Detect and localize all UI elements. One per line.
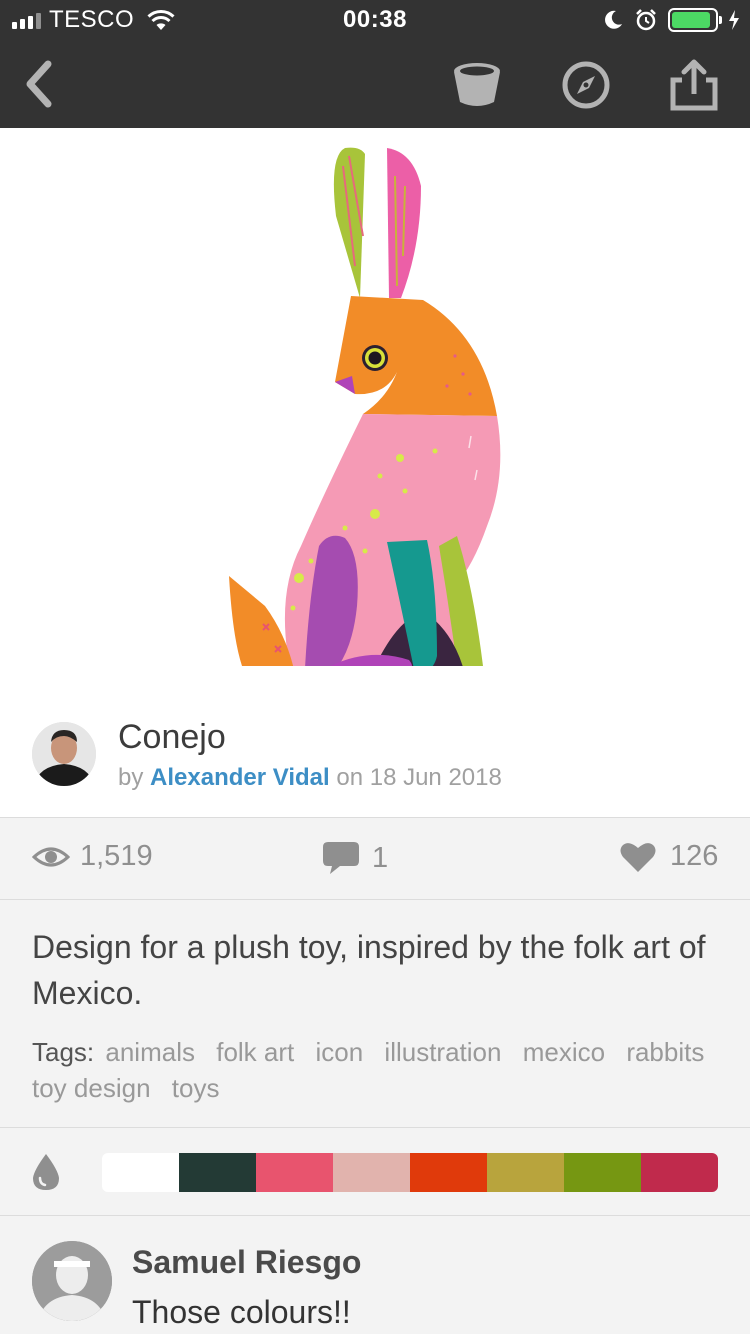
color-swatch[interactable] [333, 1153, 410, 1192]
tag[interactable]: toy design [32, 1073, 151, 1103]
color-swatch[interactable] [487, 1153, 564, 1192]
tag[interactable]: icon [315, 1037, 363, 1067]
color-swatch[interactable] [641, 1153, 718, 1192]
color-swatch[interactable] [410, 1153, 487, 1192]
author-avatar[interactable] [32, 722, 96, 786]
shot-title: Conejo [118, 718, 226, 756]
color-palette-row [0, 1128, 750, 1216]
moon-icon [605, 10, 622, 29]
shot-byline: by Alexander Vidal on 18 Jun 2018 [118, 764, 502, 792]
eye-icon [32, 847, 70, 866]
tag[interactable]: folk art [216, 1037, 294, 1067]
views-count: 1,519 [80, 840, 153, 872]
comments-count: 1 [372, 841, 389, 874]
author-link[interactable]: Alexander Vidal [150, 764, 330, 791]
description-block: Design for a plush toy, inspired by the … [0, 900, 750, 1128]
tag[interactable]: illustration [384, 1037, 501, 1067]
commenter-avatar[interactable] [32, 1241, 112, 1321]
back-chevron-icon[interactable] [20, 58, 60, 110]
compass-icon[interactable] [559, 58, 613, 112]
tag[interactable]: rabbits [626, 1037, 704, 1067]
bucket-icon[interactable] [450, 58, 504, 112]
default-user-icon [32, 1241, 112, 1321]
shot-stats: 1,519 1 126 [0, 818, 750, 900]
comment-item: Samuel Riesgo Those colours!! [0, 1216, 750, 1334]
shot-image[interactable] [0, 128, 750, 688]
color-drop-icon [33, 1154, 59, 1190]
comment-text: Those colours!! [132, 1294, 351, 1330]
tag[interactable]: animals [105, 1037, 195, 1067]
color-swatch[interactable] [564, 1153, 641, 1192]
rabbit-illustration [229, 147, 501, 666]
author-portrait-icon [32, 722, 96, 786]
speech-bubble-icon [323, 842, 359, 874]
heart-icon [620, 842, 656, 872]
color-palette [102, 1153, 718, 1192]
share-icon[interactable] [667, 58, 721, 112]
status-bar: TESCO 00:38 [0, 0, 750, 40]
color-swatch[interactable] [179, 1153, 256, 1192]
likes-stat[interactable]: 126 [620, 840, 718, 873]
on-label: on [336, 764, 364, 791]
battery-icon [668, 8, 722, 32]
comments-stat[interactable]: 1 [322, 840, 388, 876]
views-stat[interactable]: 1,519 [32, 840, 153, 873]
tag[interactable]: mexico [523, 1037, 605, 1067]
color-swatch[interactable] [102, 1153, 179, 1192]
navigation-bar [0, 40, 750, 128]
commenter-name[interactable]: Samuel Riesgo [132, 1244, 361, 1281]
shot-description: Design for a plush toy, inspired by the … [32, 929, 706, 1011]
tag[interactable]: toys [172, 1073, 220, 1103]
shot-date: 18 Jun 2018 [369, 764, 502, 791]
likes-count: 126 [670, 840, 719, 872]
by-label: by [118, 764, 144, 791]
charging-bolt-icon [729, 10, 739, 30]
tags-list: Tags: animals folk art icon illustration… [32, 1034, 722, 1106]
color-swatch[interactable] [256, 1153, 333, 1192]
shot-info: Conejo by Alexander Vidal on 18 Jun 2018 [0, 688, 750, 818]
alarm-icon [636, 9, 656, 31]
status-right [602, 7, 740, 33]
tags-label: Tags: [32, 1037, 95, 1067]
battery-fill [672, 12, 710, 28]
